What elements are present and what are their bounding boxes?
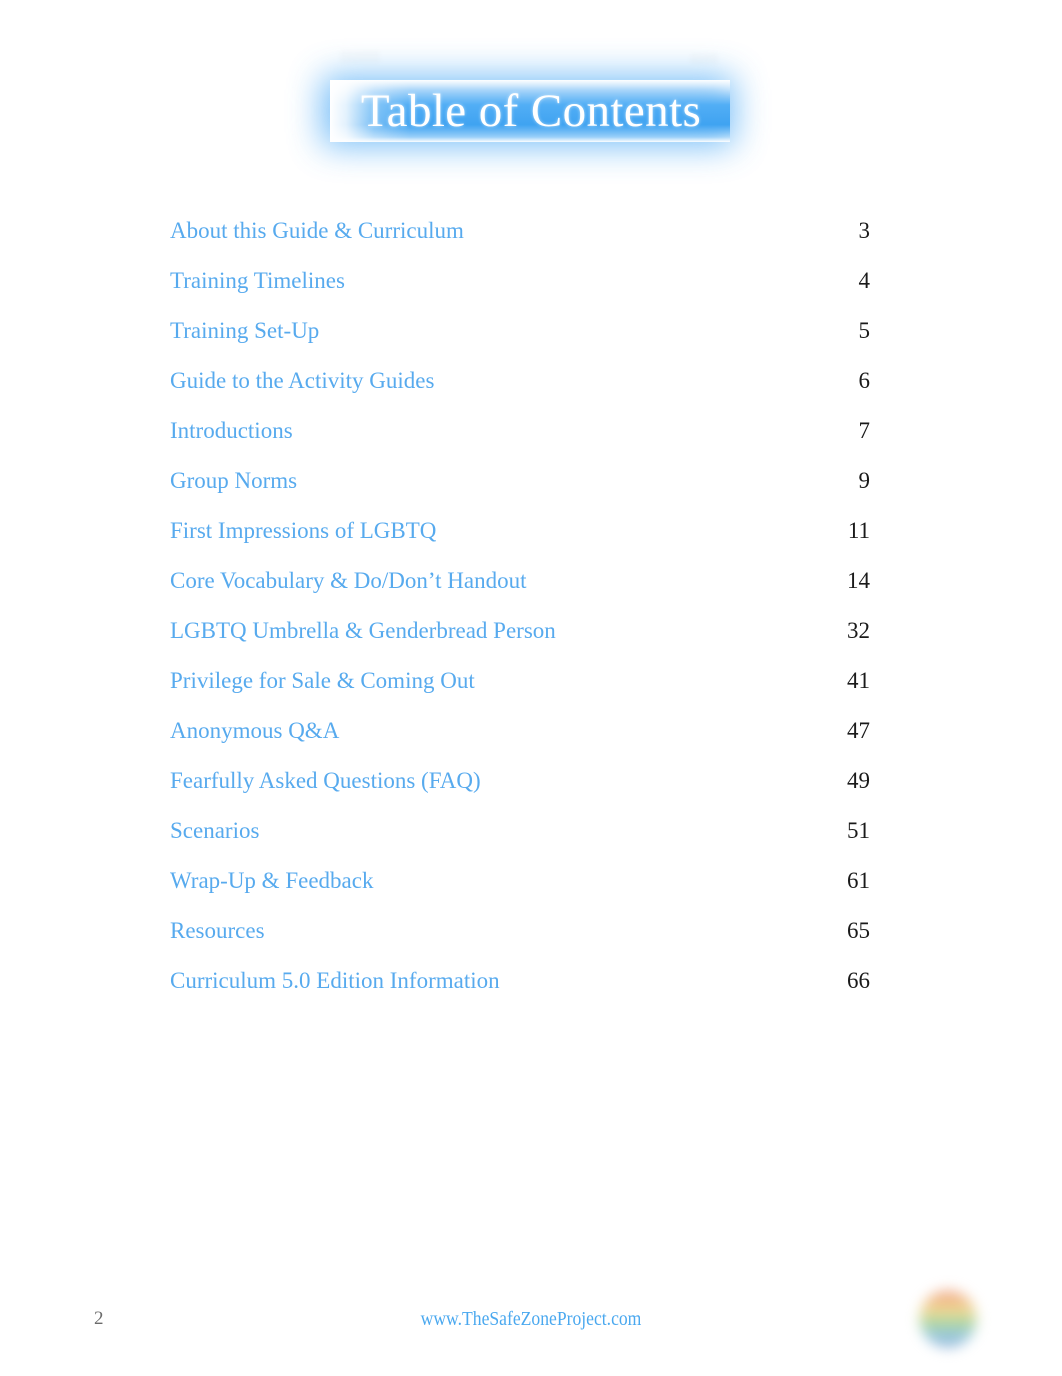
toc-entry[interactable]: Training Timelines 4 [170, 268, 870, 318]
toc-entry[interactable]: Fearfully Asked Questions (FAQ) 49 [170, 768, 870, 818]
toc-entry-page-number: 9 [858, 468, 871, 493]
toc-entry-page-number: 5 [858, 318, 871, 343]
toc-entry[interactable]: First Impressions of LGBTQ 11 [170, 518, 870, 568]
toc-entry[interactable]: Scenarios 51 [170, 818, 870, 868]
toc-entry[interactable]: Training Set-Up 5 [170, 318, 870, 368]
page-title-banner: Table of Contents [0, 66, 1062, 176]
toc-entry-title[interactable]: Group Norms [170, 468, 297, 494]
toc-entry-title[interactable]: Wrap-Up & Feedback [170, 868, 373, 894]
scan-artifact-left [340, 50, 380, 63]
toc-entry-page-number: 61 [847, 868, 870, 893]
toc-entry-title[interactable]: Curriculum 5.0 Edition Information [170, 968, 500, 994]
toc-entry-title[interactable]: Core Vocabulary & Do/Don’t Handout [170, 568, 526, 594]
toc-entry-page-number: 32 [847, 618, 870, 643]
toc-entry[interactable]: Wrap-Up & Feedback 61 [170, 868, 870, 918]
table-of-contents: About this Guide & Curriculum 3 Training T… [170, 218, 870, 1018]
toc-entry-title[interactable]: Training Timelines [170, 268, 345, 294]
toc-entry-page-number: 47 [847, 718, 870, 743]
toc-entry-title[interactable]: Introductions [170, 418, 293, 444]
toc-entry-title[interactable]: Anonymous Q&A [170, 718, 339, 744]
toc-entry-page-number: 4 [858, 268, 871, 293]
toc-entry[interactable]: Curriculum 5.0 Edition Information 66 [170, 968, 870, 1018]
toc-entry-page-number: 6 [858, 368, 871, 393]
toc-entry-page-number: 51 [847, 818, 870, 843]
toc-entry[interactable]: About this Guide & Curriculum 3 [170, 218, 870, 268]
rainbow-circle-logo-gradient [917, 1288, 979, 1350]
toc-entry-title[interactable]: Resources [170, 918, 265, 944]
toc-entry-page-number: 49 [847, 768, 870, 793]
toc-entry-title[interactable]: About this Guide & Curriculum [170, 218, 464, 244]
toc-entry[interactable]: Anonymous Q&A 47 [170, 718, 870, 768]
toc-entry-title[interactable]: Fearfully Asked Questions (FAQ) [170, 768, 481, 794]
toc-entry-page-number: 3 [858, 218, 871, 243]
toc-entry-title[interactable]: Guide to the Activity Guides [170, 368, 434, 394]
toc-entry[interactable]: Resources 65 [170, 918, 870, 968]
rainbow-circle-logo [917, 1288, 979, 1350]
toc-entry-title[interactable]: First Impressions of LGBTQ [170, 518, 436, 544]
toc-entry[interactable]: Introductions 7 [170, 418, 870, 468]
toc-entry[interactable]: Privilege for Sale & Coming Out 41 [170, 668, 870, 718]
toc-entry-page-number: 41 [847, 668, 870, 693]
document-page: Table of Contents About this Guide & Cur… [0, 0, 1062, 1376]
toc-entry-title[interactable]: Scenarios [170, 818, 259, 844]
page-title: Table of Contents [360, 85, 702, 137]
toc-entry-page-number: 65 [847, 918, 870, 943]
toc-entry-page-number: 11 [847, 518, 870, 543]
toc-entry-page-number: 7 [858, 418, 871, 443]
toc-entry[interactable]: Core Vocabulary & Do/Don’t Handout 14 [170, 568, 870, 618]
toc-entry-page-number: 14 [847, 568, 870, 593]
toc-entry-title[interactable]: Training Set-Up [170, 318, 319, 344]
toc-entry[interactable]: LGBTQ Umbrella & Genderbread Person 32 [170, 618, 870, 668]
scan-artifact-right [690, 53, 718, 64]
footer-website-url: www.TheSafeZoneProject.com [420, 1308, 642, 1330]
toc-entry-page-number: 66 [847, 968, 870, 993]
toc-entry-title[interactable]: LGBTQ Umbrella & Genderbread Person [170, 618, 556, 644]
toc-entry[interactable]: Guide to the Activity Guides 6 [170, 368, 870, 418]
toc-entry-title[interactable]: Privilege for Sale & Coming Out [170, 668, 475, 694]
toc-entry[interactable]: Group Norms 9 [170, 468, 870, 518]
